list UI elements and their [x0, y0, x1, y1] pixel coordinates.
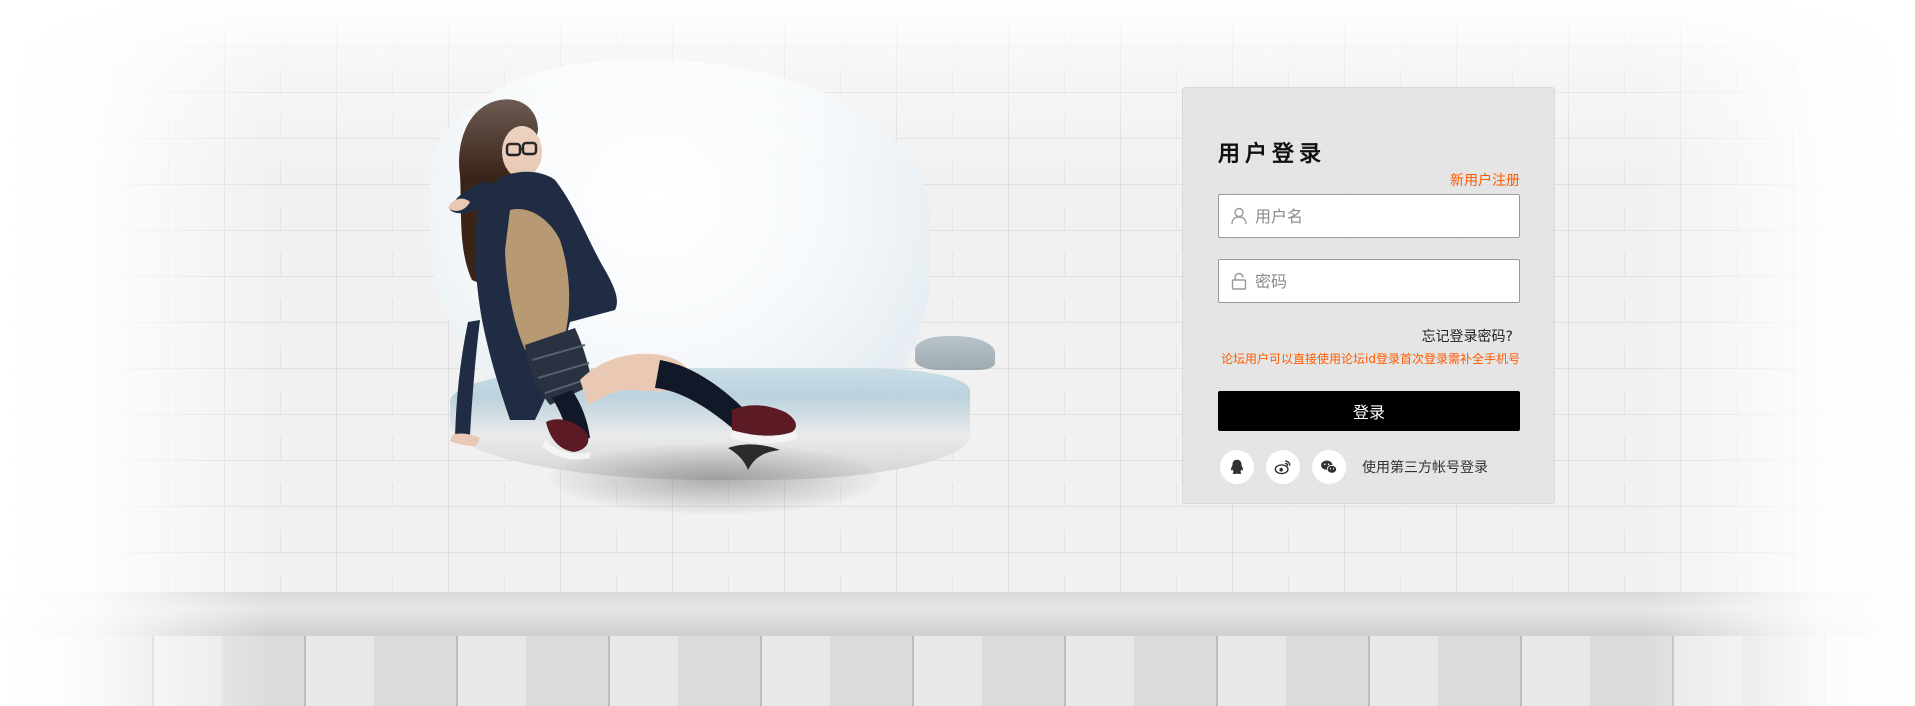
qq-icon — [1230, 459, 1244, 474]
social-login-row: 使用第三方帐号登录 — [1220, 450, 1488, 484]
weibo-icon — [1274, 460, 1291, 475]
forum-login-note: 论坛用户可以直接使用论坛id登录首次登录需补全手机号 — [1221, 352, 1520, 366]
login-title: 用户登录 — [1218, 142, 1327, 167]
register-link[interactable]: 新用户注册 — [1450, 170, 1520, 190]
username-field — [1218, 194, 1520, 238]
edge-fade — [0, 0, 1915, 706]
qq-login-button[interactable] — [1220, 450, 1254, 484]
background-scene — [0, 0, 1915, 706]
password-field — [1218, 259, 1520, 303]
login-button[interactable]: 登录 — [1218, 391, 1520, 431]
wechat-login-button[interactable] — [1312, 450, 1346, 484]
forgot-password-link[interactable]: 忘记登录密码? — [1422, 326, 1513, 346]
lock-icon — [1231, 272, 1247, 290]
third-party-login-label: 使用第三方帐号登录 — [1362, 460, 1488, 476]
user-icon — [1231, 207, 1247, 225]
wechat-icon — [1321, 460, 1338, 474]
weibo-login-button[interactable] — [1266, 450, 1300, 484]
password-input[interactable] — [1255, 260, 1511, 302]
username-input[interactable] — [1255, 195, 1511, 237]
login-panel: 用户登录 新用户注册 忘记登录密码? 论坛用户可以直接使用论坛id登录首次登录需… — [1182, 87, 1555, 504]
